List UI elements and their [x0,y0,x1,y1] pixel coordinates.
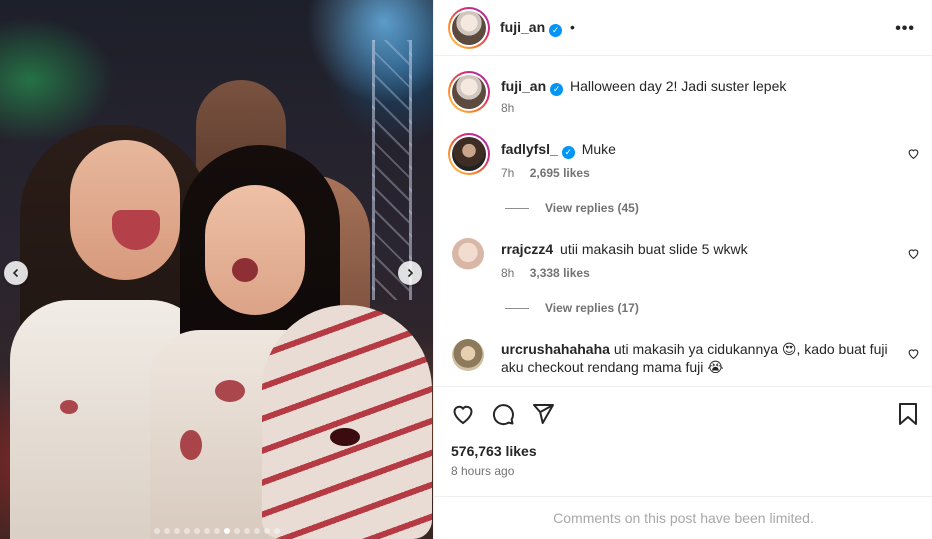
heart-icon[interactable] [450,401,476,427]
carousel-dot [233,528,240,534]
blood-stain [215,380,245,402]
caption-username[interactable]: fuji_an [501,78,546,94]
right-person-face [205,185,305,315]
carousel-dot [273,528,280,534]
send-icon[interactable] [530,401,556,427]
carousel-dot [243,528,250,534]
comment-like-heart-icon[interactable] [907,147,920,163]
carousel-prev-button[interactable] [4,261,28,285]
carousel-dots [0,528,433,534]
more-horizontal-icon[interactable]: ••• [895,20,915,38]
author-avatar[interactable] [448,7,490,49]
comment-likes[interactable]: 3,338 likes [530,266,590,280]
caption-body: Halloween day 2! Jadi suster lepek [570,78,787,94]
comment-avatar[interactable] [448,133,490,175]
comment-avatar[interactable] [452,238,484,270]
comment-body-line2: aku checkout rendang mama fuji 😭 [501,359,724,375]
posted-time: 8 hours ago [451,464,515,478]
comment-text: rrajczz4 utii makasih buat slide 5 wkwk [501,240,748,258]
carousel-dot [223,528,230,534]
comment-username[interactable]: fadlyfsl_ [501,141,558,157]
separator-dot: • [570,19,575,35]
carousel-dot [183,528,190,534]
comment-body: utii makasih buat slide 5 wkwk [560,241,748,257]
carousel-next-button[interactable] [398,261,422,285]
comment-text: urcrushahahaha uti makasih ya cidukannya… [501,340,891,376]
carousel-dot [203,528,210,534]
comment-like-heart-icon[interactable] [907,347,920,363]
carousel-dot [163,528,170,534]
carousel-dot [213,528,220,534]
comment-username[interactable]: rrajczz4 [501,241,553,257]
view-replies-button[interactable]: View replies (45) [505,201,639,215]
post-media[interactable] [0,0,433,539]
carousel-dot [263,528,270,534]
comment-body-line1: uti makasih ya cidukannya 😍, kado buat f… [613,341,888,357]
view-replies-button[interactable]: View replies (17) [505,301,639,315]
carousel-dot [193,528,200,534]
author-username[interactable]: fuji_an [500,19,545,35]
verified-badge-icon: ✓ [561,146,575,159]
caption-text: fuji_an ✓ Halloween day 2! Jadi suster le… [501,77,786,96]
view-replies-label: View replies (17) [545,301,639,315]
chevron-right-icon [407,268,414,278]
verified-badge-icon: ✓ [549,24,563,37]
bookmark-icon[interactable] [895,401,921,427]
comment-meta: 7h 2,695 likes [501,166,590,180]
blood-stain [60,400,78,414]
chevron-left-icon [12,268,19,278]
right-person-mouth [232,258,258,282]
comment-like-heart-icon[interactable] [907,247,920,263]
bloody-prop [262,305,432,539]
carousel-dot [153,528,160,534]
comment-time: 7h [501,166,515,180]
carousel-dot [253,528,260,534]
author-username-row: fuji_an ✓ • [500,19,575,37]
comment-body: Muke [581,141,616,157]
caption-time: 8h [501,101,515,115]
prop-detail [330,428,360,446]
post-action-bar [434,386,932,442]
comments-limited-notice: Comments on this post have been limited. [434,496,932,539]
comment-time: 8h [501,266,515,280]
post-header: fuji_an ✓ • ••• [434,0,932,56]
verified-badge-icon: ✓ [550,83,564,96]
blood-stain [180,430,202,460]
comment-text: fadlyfsl_ ✓ Muke [501,140,616,159]
view-replies-label: View replies (45) [545,201,639,215]
comment-likes[interactable]: 2,695 likes [530,166,590,180]
post-sidebar: fuji_an ✓ • ••• fuji_an ✓ Halloween day 2!… [433,0,932,539]
caption-avatar[interactable] [448,71,490,113]
comments-limited-text: Comments on this post have been limited. [553,510,814,526]
comment-avatar[interactable] [452,339,484,371]
comment-username[interactable]: urcrushahahaha [501,341,610,357]
likes-count[interactable]: 576,763 likes [451,443,537,459]
stage-light [300,0,433,110]
comment-icon[interactable] [490,401,516,427]
carousel-dot [173,528,180,534]
comment-meta: 8h 3,338 likes [501,266,590,280]
